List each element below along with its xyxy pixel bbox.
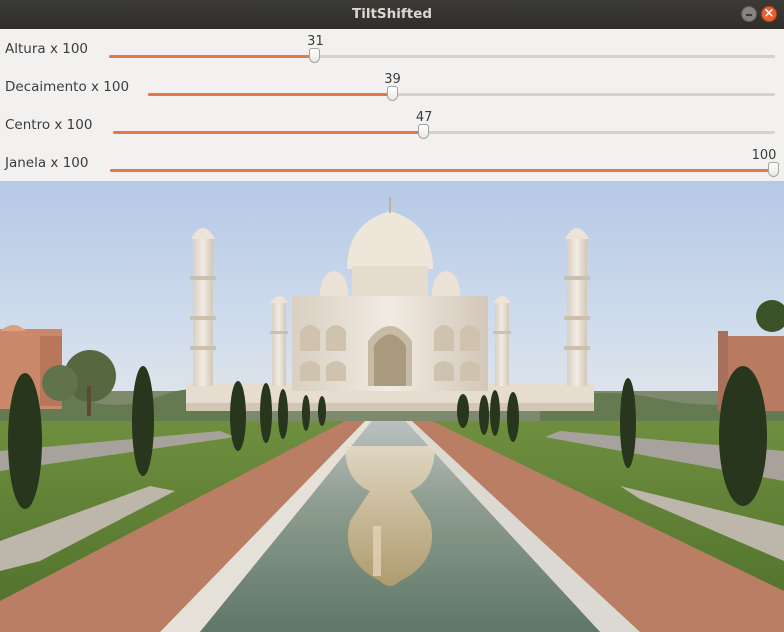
slider-row-decaimento: Decaimento x 100 39: [0, 67, 784, 105]
slider-handle[interactable]: [309, 48, 321, 63]
slider-handle[interactable]: [386, 86, 398, 101]
decaimento-slider[interactable]: 39: [148, 72, 775, 101]
slider-handle[interactable]: [768, 162, 779, 177]
slider-row-janela: Janela x 100 100: [0, 143, 784, 181]
slider-value: 47: [415, 110, 433, 125]
slider-label: Centro x 100: [5, 117, 93, 133]
slider-fill: [110, 169, 774, 172]
slider-handle[interactable]: [418, 124, 430, 139]
slider-label: Decaimento x 100: [5, 79, 130, 95]
slider-label: Janela x 100: [5, 155, 89, 171]
controls-panel: Altura x 100 31 Decaimento x 100 39 Cent…: [0, 29, 784, 181]
slider-label: Altura x 100: [5, 41, 88, 57]
minimize-button[interactable]: [741, 6, 757, 22]
slider-row-altura: Altura x 100 31: [0, 29, 784, 67]
altura-slider[interactable]: 31: [109, 34, 775, 63]
close-button[interactable]: ×: [761, 6, 777, 22]
slider-value: 39: [384, 72, 401, 87]
slider-fill: [109, 55, 316, 58]
centro-slider[interactable]: 47: [113, 110, 775, 139]
slider-fill: [113, 131, 425, 134]
slider-value: 100: [751, 148, 777, 163]
slider-value: 31: [307, 34, 324, 49]
janela-slider[interactable]: 100: [110, 148, 779, 177]
close-icon: ×: [763, 6, 775, 21]
window-titlebar[interactable]: TiltShifted ×: [0, 0, 784, 29]
window-title: TiltShifted: [351, 6, 433, 22]
slider-fill: [148, 93, 393, 96]
slider-row-centro: Centro x 100 47: [0, 105, 784, 143]
tiltshift-image: [0, 181, 784, 632]
